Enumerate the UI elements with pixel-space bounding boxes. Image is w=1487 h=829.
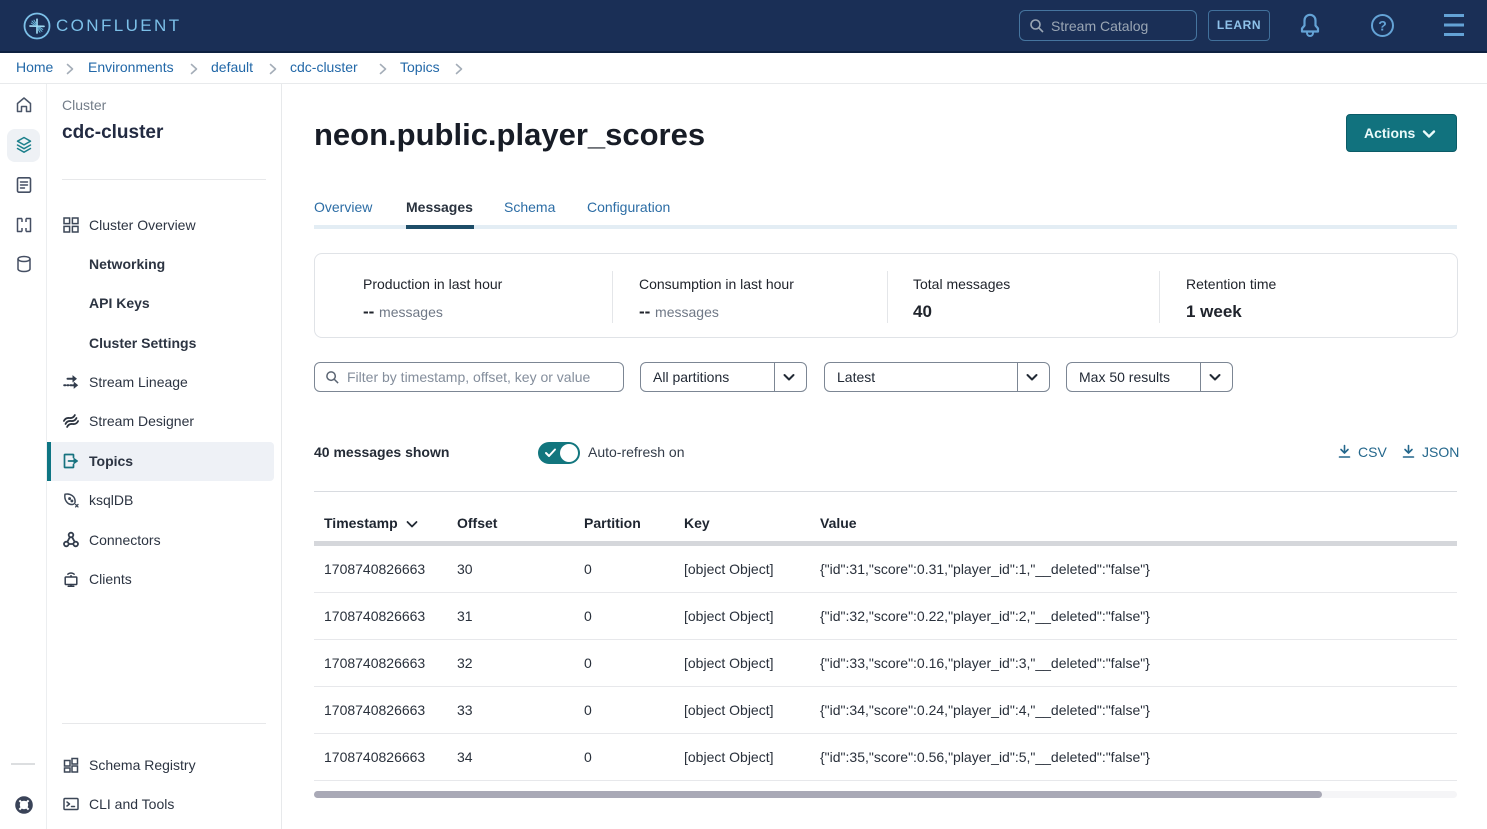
svg-text:?: ? — [1378, 18, 1387, 34]
